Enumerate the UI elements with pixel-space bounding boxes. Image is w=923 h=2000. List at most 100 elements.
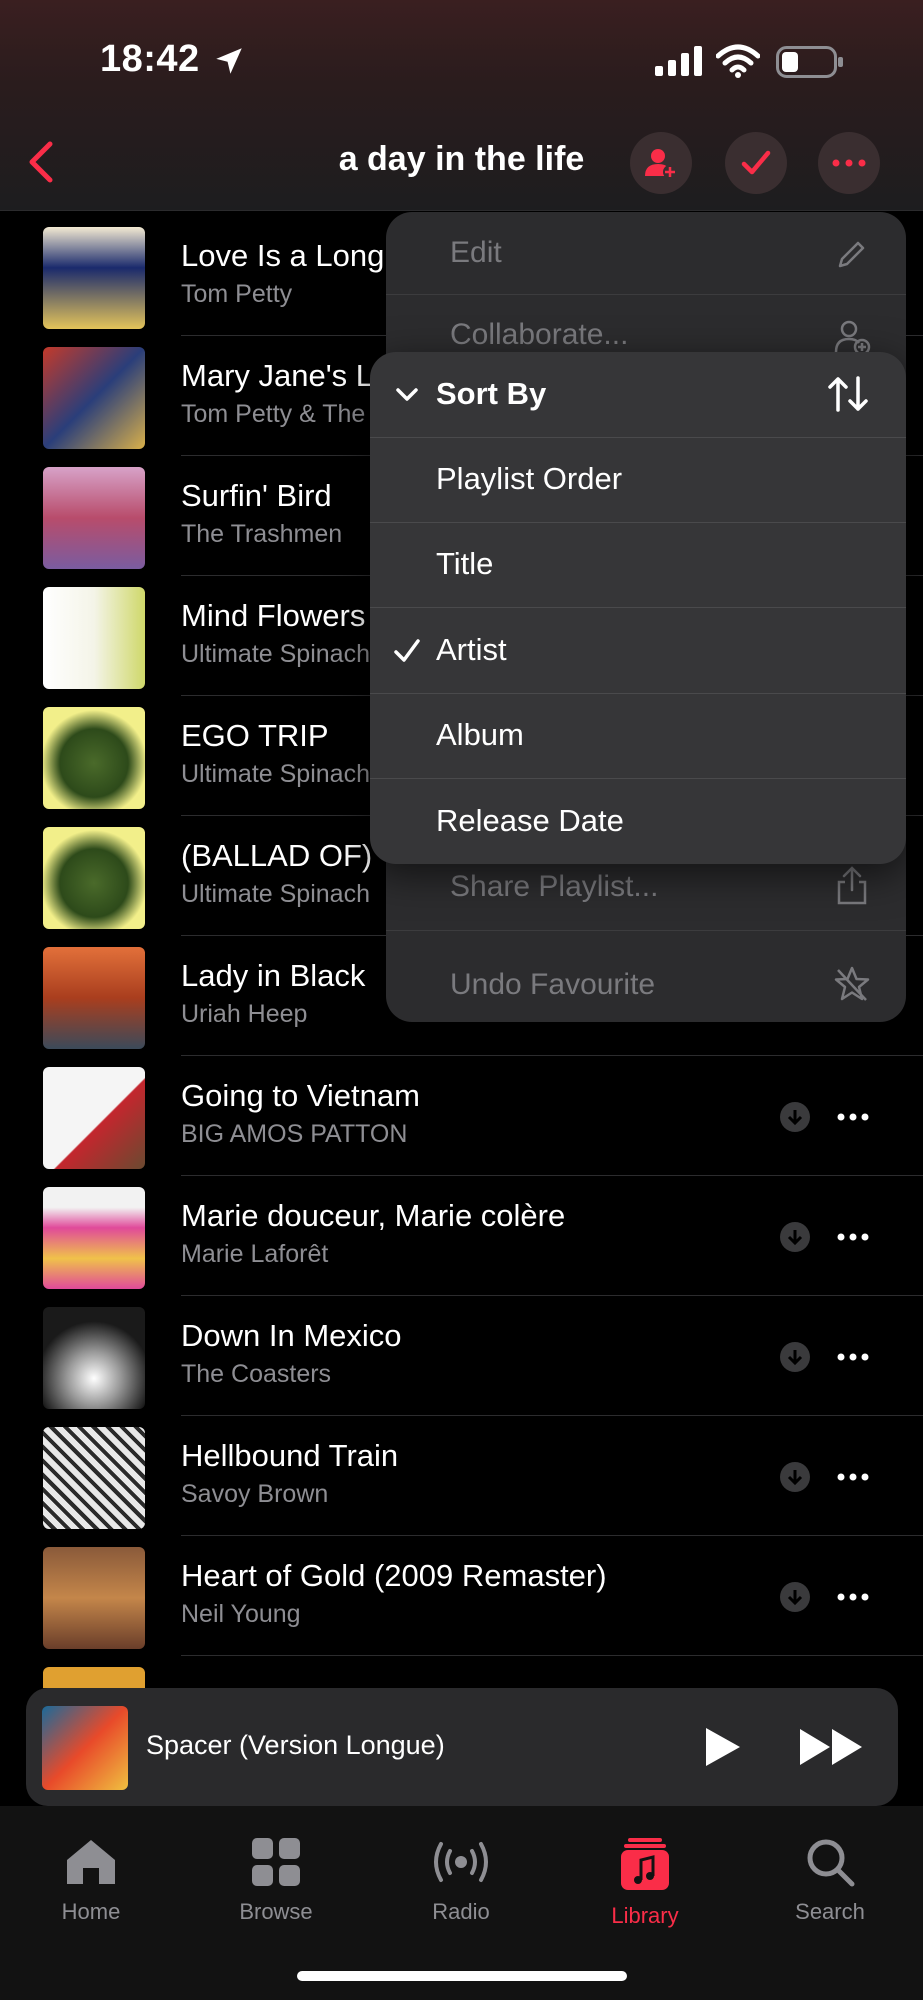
now-playing-art: [42, 1706, 128, 1790]
tab-home[interactable]: Home: [11, 1836, 171, 1925]
sort-option-album[interactable]: Album: [370, 693, 906, 779]
song-more-button[interactable]: [836, 1102, 870, 1132]
menu-item-share-playlist[interactable]: Share Playlist...: [450, 870, 658, 904]
download-button[interactable]: [780, 1462, 810, 1492]
skip-forward-icon[interactable]: [798, 1726, 866, 1768]
download-button[interactable]: [780, 1582, 810, 1612]
album-art: [43, 1427, 145, 1529]
ellipsis-icon: [837, 1113, 869, 1121]
song-row[interactable]: Down In Mexico The Coasters: [0, 1296, 923, 1416]
song-more-button[interactable]: [836, 1222, 870, 1252]
album-art: [43, 827, 145, 929]
album-art: [43, 1307, 145, 1409]
sort-option-playlist-order[interactable]: Playlist Order: [370, 437, 906, 523]
sort-by-title: Sort By: [436, 376, 547, 411]
checkmark-icon: [394, 639, 420, 662]
song-row[interactable]: Hellbound Train Savoy Brown: [0, 1416, 923, 1536]
play-icon[interactable]: [702, 1724, 744, 1770]
sort-option-artist[interactable]: Artist: [370, 608, 906, 694]
download-button[interactable]: [780, 1222, 810, 1252]
album-art: [43, 347, 145, 449]
ellipsis-icon: [837, 1353, 869, 1361]
download-arrow-icon: [787, 1350, 803, 1366]
checkmark-icon: [741, 150, 771, 175]
album-art: [43, 707, 145, 809]
home-indicator: [297, 1971, 627, 1981]
person-add-icon: [834, 320, 871, 356]
song-artist: Marie Laforêt: [181, 1240, 329, 1268]
search-icon: [807, 1839, 855, 1887]
sort-arrows-icon: [828, 376, 868, 412]
sort-by-header[interactable]: Sort By: [370, 352, 906, 438]
pencil-icon: [838, 241, 865, 268]
song-title: Hellbound Train: [181, 1438, 399, 1473]
more-options-button[interactable]: [818, 132, 880, 194]
tab-radio[interactable]: Radio: [381, 1836, 541, 1925]
song-artist: Ultimate Spinach: [181, 880, 370, 908]
sort-option-title[interactable]: Title: [370, 522, 906, 608]
song-row[interactable]: Heart of Gold (2009 Remaster) Neil Young: [0, 1536, 923, 1656]
download-arrow-icon: [787, 1230, 803, 1246]
tab-search[interactable]: Search: [750, 1836, 910, 1925]
sort-by-menu: Sort By Playlist Order Title Artist Albu…: [370, 352, 906, 864]
song-more-button[interactable]: [836, 1582, 870, 1612]
song-artist: BIG AMOS PATTON: [181, 1120, 408, 1148]
album-art: [43, 1667, 145, 1688]
song-title: Down In Mexico: [181, 1318, 402, 1353]
menu-item-undo-favourite[interactable]: Undo Favourite: [450, 968, 655, 1002]
album-art: [43, 1547, 145, 1649]
song-artist: Uriah Heep: [181, 1000, 308, 1028]
ellipsis-icon: [837, 1473, 869, 1481]
album-art: [43, 467, 145, 569]
tab-label: Search: [795, 1899, 865, 1924]
song-title: Lady in Black: [181, 958, 366, 993]
grid-icon: [252, 1838, 300, 1886]
mini-player[interactable]: Spacer (Version Longue): [26, 1688, 898, 1806]
song-title: Going to Vietnam: [181, 1078, 420, 1113]
cellular-signal-icon: [655, 46, 702, 76]
battery-icon: [776, 46, 843, 78]
song-row[interactable]: Marie douceur, Marie colère Marie Laforê…: [0, 1176, 923, 1296]
album-art: [43, 1067, 145, 1169]
menu-item-edit[interactable]: Edit: [450, 236, 502, 270]
sort-option-label: Artist: [436, 632, 507, 667]
ellipsis-icon: [837, 1593, 869, 1601]
download-button[interactable]: [780, 1102, 810, 1132]
song-title: Mind Flowers: [181, 598, 366, 633]
ellipsis-icon: [837, 1233, 869, 1241]
wifi-icon: [716, 44, 760, 78]
download-button[interactable]: [780, 1342, 810, 1372]
tab-library[interactable]: Library: [565, 1836, 725, 1929]
navigation-header: 18:42 a day in the life: [0, 0, 923, 211]
song-artist: The Trashmen: [181, 520, 343, 548]
album-art: [43, 1187, 145, 1289]
menu-item-collaborate[interactable]: Collaborate...: [450, 318, 628, 352]
sort-option-label: Album: [436, 717, 524, 752]
add-collaborator-button[interactable]: [630, 132, 692, 194]
song-artist: Savoy Brown: [181, 1480, 329, 1508]
share-icon: [837, 866, 867, 905]
song-more-button[interactable]: [836, 1462, 870, 1492]
song-artist: Ultimate Spinach: [181, 640, 370, 668]
song-title: Heart of Gold (2009 Remaster): [181, 1558, 607, 1593]
song-title: Marie douceur, Marie colère: [181, 1198, 566, 1233]
sort-option-release-date[interactable]: Release Date: [370, 779, 906, 864]
sort-option-label: Playlist Order: [436, 461, 623, 496]
tab-browse[interactable]: Browse: [196, 1836, 356, 1925]
song-more-button[interactable]: [836, 1342, 870, 1372]
song-artist: Ultimate Spinach: [181, 760, 370, 788]
album-art: [43, 947, 145, 1049]
album-art: [43, 227, 145, 329]
song-artist: Tom Petty: [181, 280, 293, 308]
location-icon: [216, 48, 242, 74]
star-slash-icon: [834, 966, 870, 1001]
home-icon: [67, 1840, 115, 1884]
song-artist: The Coasters: [181, 1360, 332, 1388]
download-arrow-icon: [787, 1110, 803, 1126]
done-button[interactable]: [725, 132, 787, 194]
song-artist: Neil Young: [181, 1600, 301, 1628]
song-row[interactable]: Going to Vietnam BIG AMOS PATTON: [0, 1056, 923, 1176]
song-title: Surfin' Bird: [181, 478, 332, 513]
song-title: EGO TRIP: [181, 718, 329, 753]
album-art: [43, 587, 145, 689]
